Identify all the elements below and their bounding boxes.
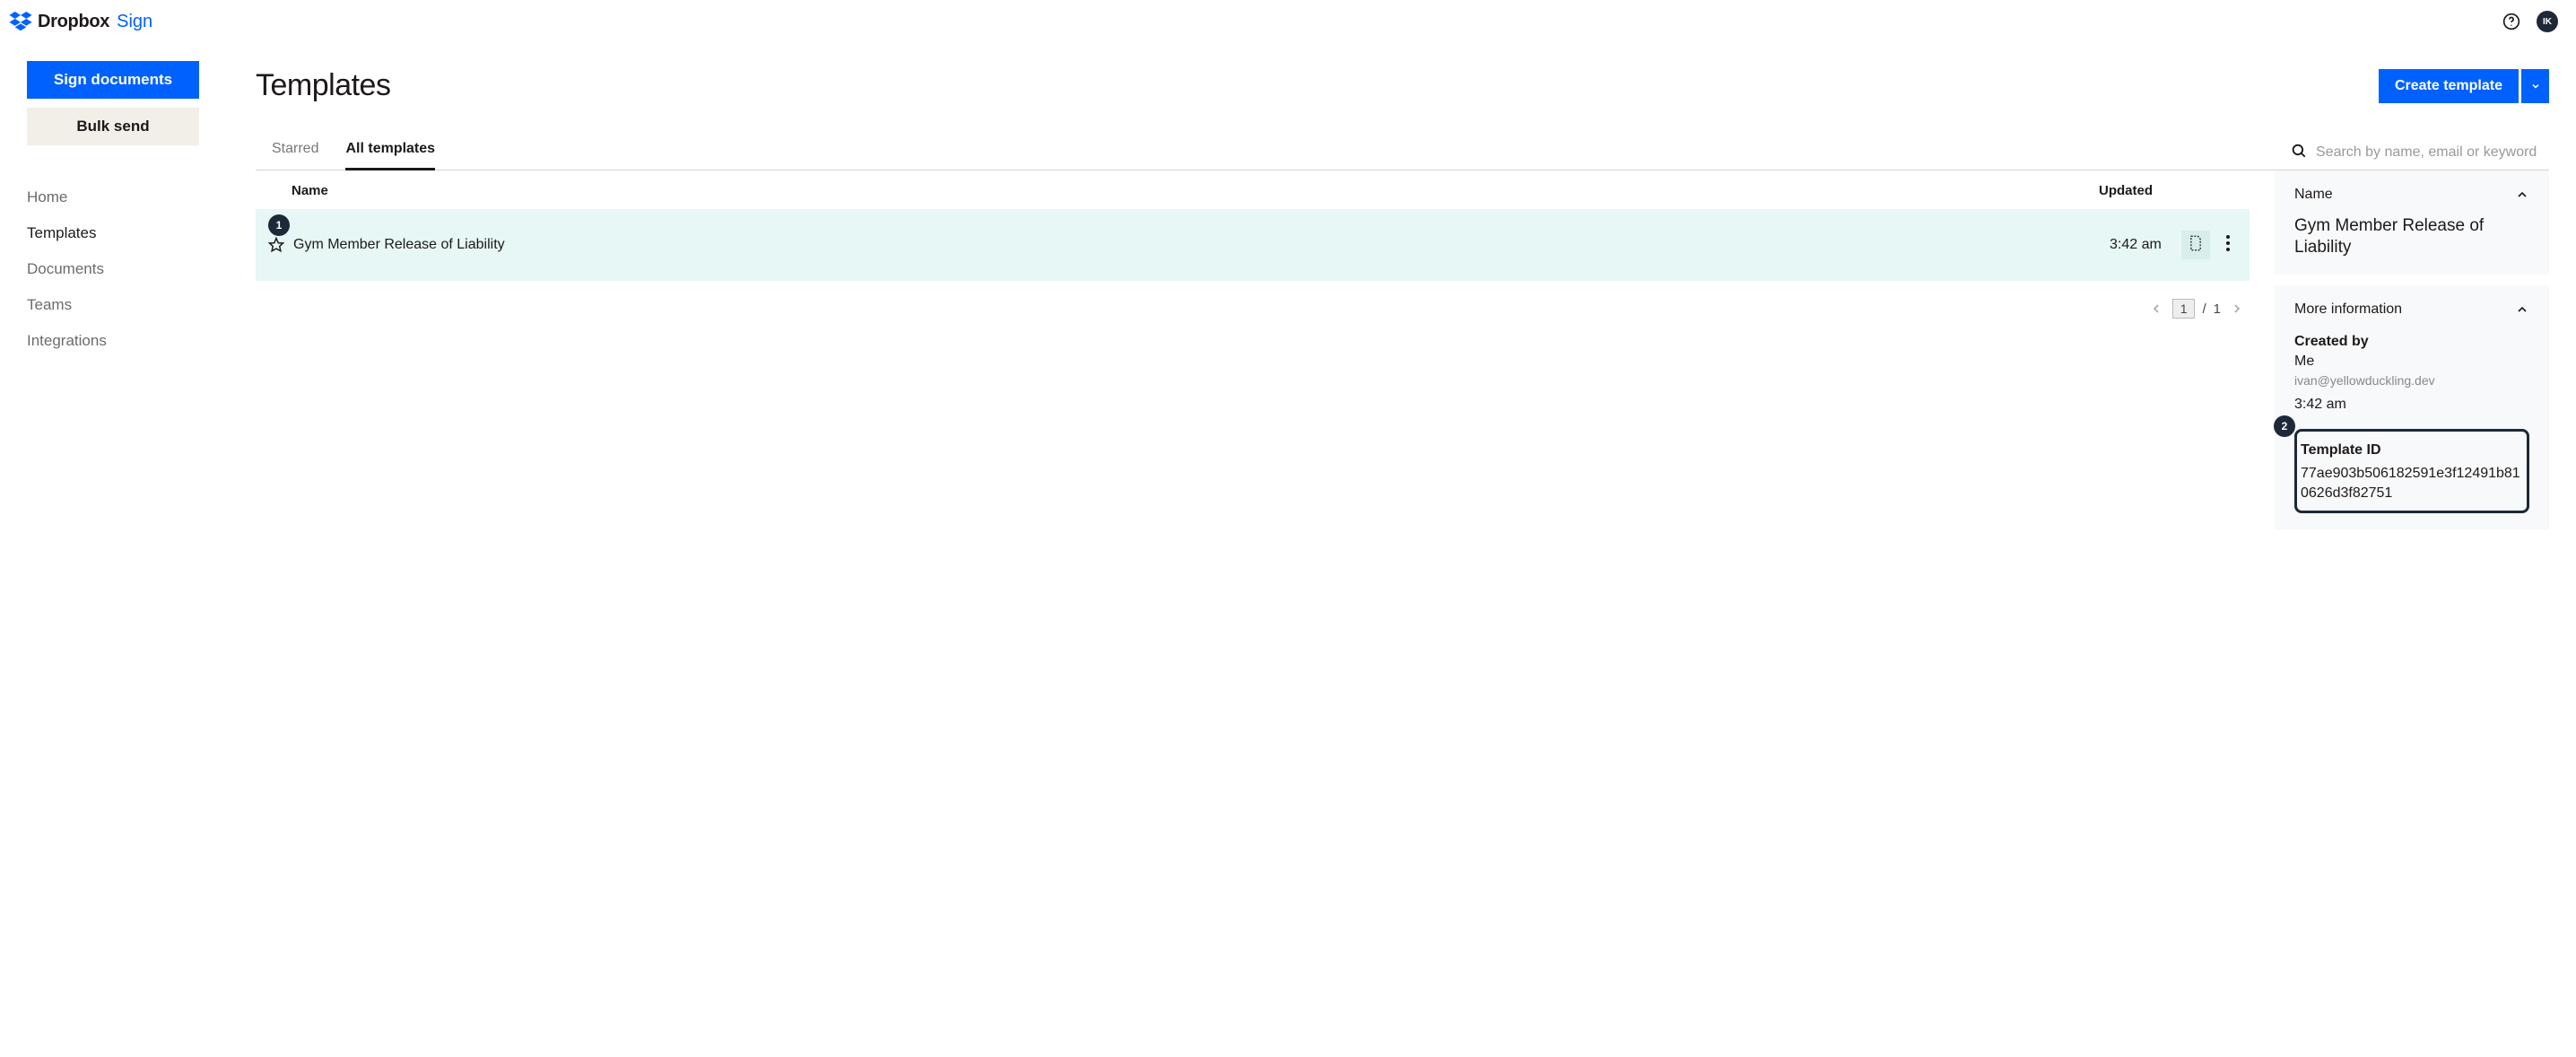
sidebar-item-documents[interactable]: Documents [27,251,202,287]
template-id-box: 2 Template ID 77ae903b506182591e3f12491b… [2294,429,2529,514]
callout-badge-1: 1 [268,214,290,236]
sidebar-item-teams[interactable]: Teams [27,287,202,323]
page-prev-button[interactable] [2147,300,2165,318]
header-actions: IK [2502,11,2558,32]
page-total: 1 [2214,301,2221,317]
tab-all-templates[interactable]: All templates [345,134,435,170]
page-next-button[interactable] [2228,300,2246,318]
sidebar: Sign documents Bulk send Home Templates … [0,43,229,529]
app-header: Dropbox Sign IK [0,0,2576,43]
created-time: 3:42 am [2294,397,2529,413]
tabs: Starred All templates [256,134,435,170]
template-name: Gym Member Release of Liability [293,237,2110,253]
sidebar-nav: Home Templates Documents Teams Integrati… [27,179,202,359]
detail-more-section: More information Created by Me ivan@yell… [2275,285,2549,530]
logo-text-primary: Dropbox [38,12,109,32]
page-separator: / [2202,301,2206,317]
callout-badge-2: 2 [2274,415,2295,437]
detail-panel: Name Gym Member Release of Liability Mor… [2275,170,2549,529]
templates-table: Name Updated 1 Gym Member Release of Lia… [256,170,2250,529]
template-updated: 3:42 am [2110,235,2172,255]
page-title: Templates [256,68,390,103]
collapse-more-button[interactable] [2515,302,2529,317]
document-icon [2189,235,2203,255]
table-row[interactable]: 1 Gym Member Release of Liability 3:42 a… [256,209,2250,281]
main-content: Templates Create template Starred All te… [229,43,2576,529]
detail-name-value: Gym Member Release of Liability [2294,215,2529,258]
kebab-icon [2226,235,2230,255]
created-by-value: Me [2294,354,2529,370]
detail-name-section: Name Gym Member Release of Liability [2275,170,2549,275]
sidebar-item-templates[interactable]: Templates [27,215,202,251]
sidebar-item-home[interactable]: Home [27,179,202,215]
sidebar-item-integrations[interactable]: Integrations [27,323,202,359]
logo-text-secondary: Sign [117,12,152,32]
detail-more-label: More information [2294,301,2402,318]
detail-name-label: Name [2294,187,2333,203]
star-icon[interactable] [268,237,284,253]
created-by-email: ivan@yellowduckling.dev [2294,373,2529,388]
search-input[interactable] [2316,144,2549,161]
row-more-menu[interactable] [2223,231,2233,258]
sign-documents-button[interactable]: Sign documents [27,61,199,99]
user-avatar[interactable]: IK [2537,11,2558,32]
created-by-label: Created by [2294,334,2529,350]
create-template-button[interactable]: Create template [2379,69,2519,103]
create-template-group: Create template [2379,69,2549,103]
column-header-name: Name [292,183,2099,198]
pagination: 1 / 1 [256,299,2250,319]
page-current: 1 [2172,299,2196,319]
template-id-value: 77ae903b506182591e3f12491b810626d3f82751 [2301,464,2523,504]
create-template-dropdown[interactable] [2520,69,2549,103]
template-id-label: Template ID [2301,442,2523,459]
bulk-send-button[interactable]: Bulk send [27,108,199,145]
dropbox-logo-icon [9,12,32,31]
column-header-updated: Updated [2099,183,2233,198]
search-icon [2291,143,2307,162]
help-icon[interactable] [2502,13,2520,31]
logo[interactable]: Dropbox Sign [9,12,152,32]
search [2291,143,2549,170]
collapse-name-button[interactable] [2515,188,2529,202]
use-template-button[interactable] [2181,231,2210,259]
tab-starred[interactable]: Starred [272,134,318,170]
